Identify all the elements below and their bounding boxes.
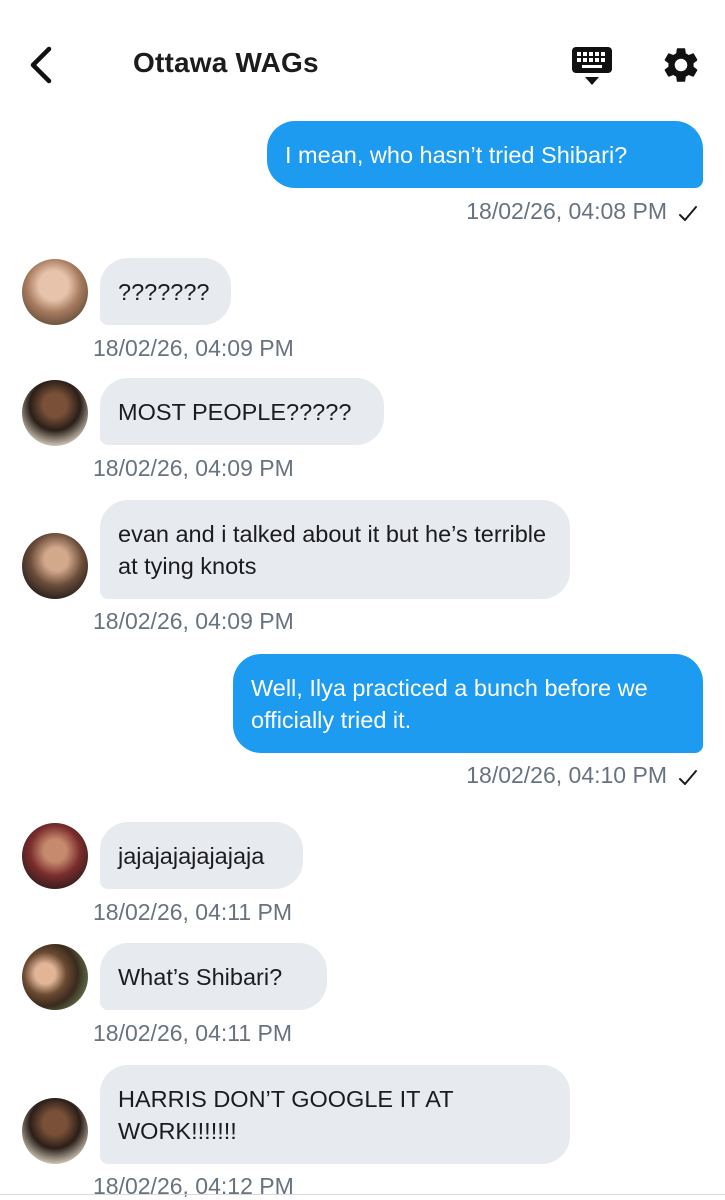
avatar[interactable] (22, 533, 88, 599)
checkmark-icon (679, 770, 697, 785)
incoming-message-bubble[interactable]: evan and i talked about it but he’s terr… (100, 500, 570, 599)
avatar[interactable] (22, 944, 88, 1010)
message-text: evan and i talked about it but he’s terr… (118, 520, 547, 579)
message-row-incoming: ??????? 18/02/26, 04:09 PM (0, 258, 725, 363)
avatar[interactable] (22, 380, 88, 446)
outgoing-message-bubble[interactable]: Well, Ilya practiced a bunch before we o… (233, 654, 703, 753)
incoming-message-bubble[interactable]: MOST PEOPLE????? (100, 378, 384, 445)
message-text: jajajajajajajaja (118, 842, 265, 869)
settings-button[interactable] (660, 44, 702, 86)
message-row-outgoing: I mean, who hasn’t tried Shibari? 18/02/… (0, 121, 725, 231)
message-timestamp: 18/02/26, 04:09 PM (93, 335, 294, 361)
message-row-incoming: HARRIS DON’T GOOGLE IT AT WORK!!!!!!! 18… (0, 1065, 725, 1200)
message-timestamp: 18/02/26, 04:09 PM (93, 608, 294, 634)
message-text: What’s Shibari? (118, 963, 283, 990)
chat-header: Ottawa WAGs (0, 0, 725, 120)
checkmark-icon (679, 206, 697, 221)
chat-title: Ottawa WAGs (133, 47, 319, 78)
keyboard-icon (572, 47, 612, 85)
message-timestamp: 18/02/26, 04:11 PM (93, 1020, 293, 1046)
incoming-message-bubble[interactable]: What’s Shibari? (100, 943, 327, 1010)
chevron-left-icon (30, 46, 52, 84)
back-button[interactable] (22, 42, 62, 88)
message-text: I mean, who hasn’t tried Shibari? (285, 141, 628, 168)
message-text: MOST PEOPLE????? (118, 398, 352, 425)
bottom-divider (0, 1194, 725, 1195)
message-row-incoming: What’s Shibari? 18/02/26, 04:11 PM (0, 943, 725, 1048)
message-timestamp: 18/02/26, 04:12 PM (93, 1173, 294, 1199)
outgoing-message-bubble[interactable]: I mean, who hasn’t tried Shibari? (267, 121, 703, 188)
message-row-incoming: jajajajajajajaja 18/02/26, 04:11 PM (0, 822, 725, 927)
message-text: Well, Ilya practiced a bunch before we o… (251, 674, 648, 733)
message-timestamp: 18/02/26, 04:08 PM (466, 198, 667, 224)
keyboard-button[interactable] (570, 45, 614, 87)
message-timestamp: 18/02/26, 04:09 PM (93, 455, 294, 481)
message-text: HARRIS DON’T GOOGLE IT AT WORK!!!!!!! (118, 1085, 454, 1144)
message-timestamp: 18/02/26, 04:11 PM (93, 899, 293, 925)
message-text: ??????? (118, 278, 210, 305)
incoming-message-bubble[interactable]: jajajajajajajaja (100, 822, 303, 889)
incoming-message-bubble[interactable]: ??????? (100, 258, 231, 325)
avatar[interactable] (22, 1098, 88, 1164)
message-timestamp: 18/02/26, 04:10 PM (466, 762, 667, 788)
message-row-incoming: evan and i talked about it but he’s terr… (0, 500, 725, 640)
avatar[interactable] (22, 823, 88, 889)
message-row-incoming: MOST PEOPLE????? 18/02/26, 04:09 PM (0, 378, 725, 483)
gear-icon (664, 48, 698, 82)
message-row-outgoing: Well, Ilya practiced a bunch before we o… (0, 654, 725, 794)
avatar[interactable] (22, 259, 88, 325)
incoming-message-bubble[interactable]: HARRIS DON’T GOOGLE IT AT WORK!!!!!!! (100, 1065, 570, 1164)
